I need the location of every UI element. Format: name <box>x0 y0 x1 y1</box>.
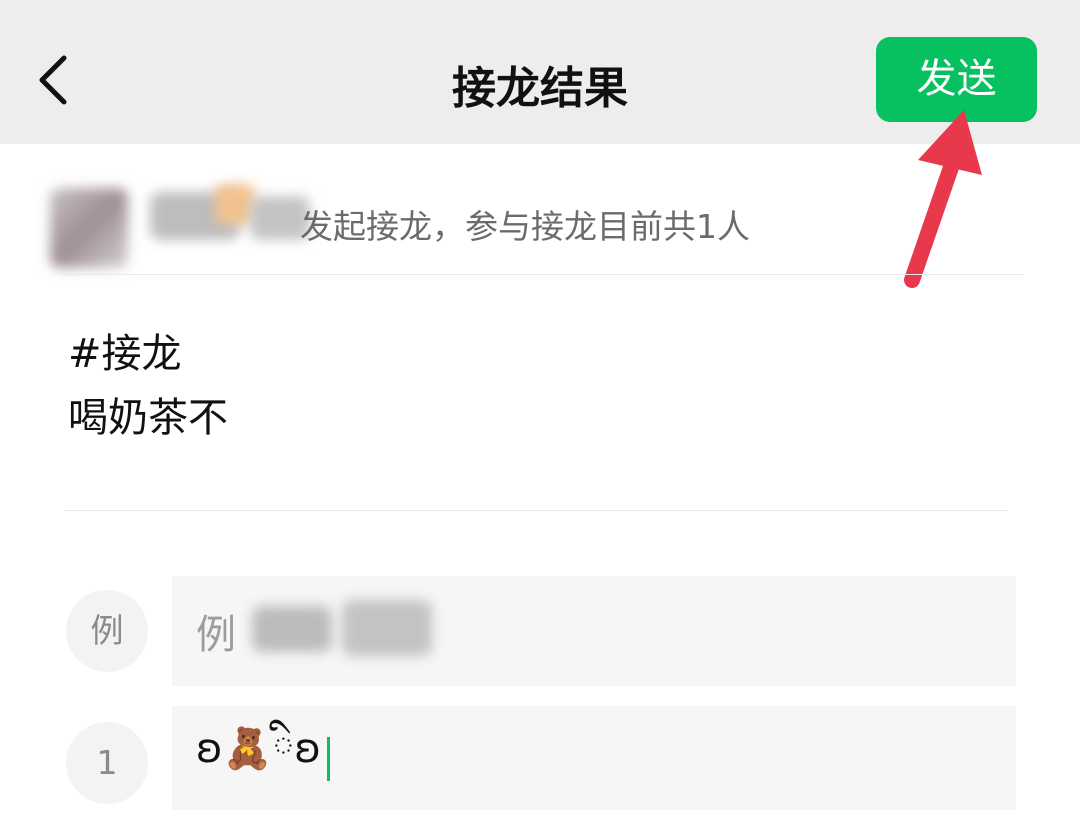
avatar <box>50 188 128 268</box>
entry-example-label: 例 <box>196 612 236 658</box>
divider <box>64 274 1024 275</box>
initiator-summary: 发起接龙，参与接龙目前共1人 <box>300 207 750 246</box>
entry-input-value: ʚ🧸ིʚ <box>196 725 321 772</box>
send-button[interactable]: 发送 <box>876 37 1037 122</box>
post-body: 喝奶茶不 <box>68 395 228 441</box>
entry-number: 例 <box>66 590 148 672</box>
entry-number: 1 <box>66 722 148 804</box>
post-hashtag: #接龙 <box>68 331 182 377</box>
text-caret <box>326 737 330 781</box>
initiator-row: 发起接龙，参与接龙目前共1人 <box>0 184 1080 268</box>
redacted-text <box>252 606 332 652</box>
post-content: #接龙 喝奶茶不 <box>68 322 228 450</box>
redacted-name <box>215 184 255 224</box>
entry-example-row: 例 例 <box>0 576 1080 686</box>
entry-row: 1 ʚ🧸ིʚ <box>0 706 1080 810</box>
redacted-text <box>342 600 432 656</box>
entry-input-box[interactable]: ʚ🧸ིʚ <box>172 706 1016 810</box>
entry-input[interactable]: ʚ🧸ིʚ <box>196 724 330 794</box>
top-bar: 接龙结果 发送 <box>0 0 1080 144</box>
entry-example-box: 例 <box>172 576 1016 686</box>
divider <box>64 510 1008 511</box>
